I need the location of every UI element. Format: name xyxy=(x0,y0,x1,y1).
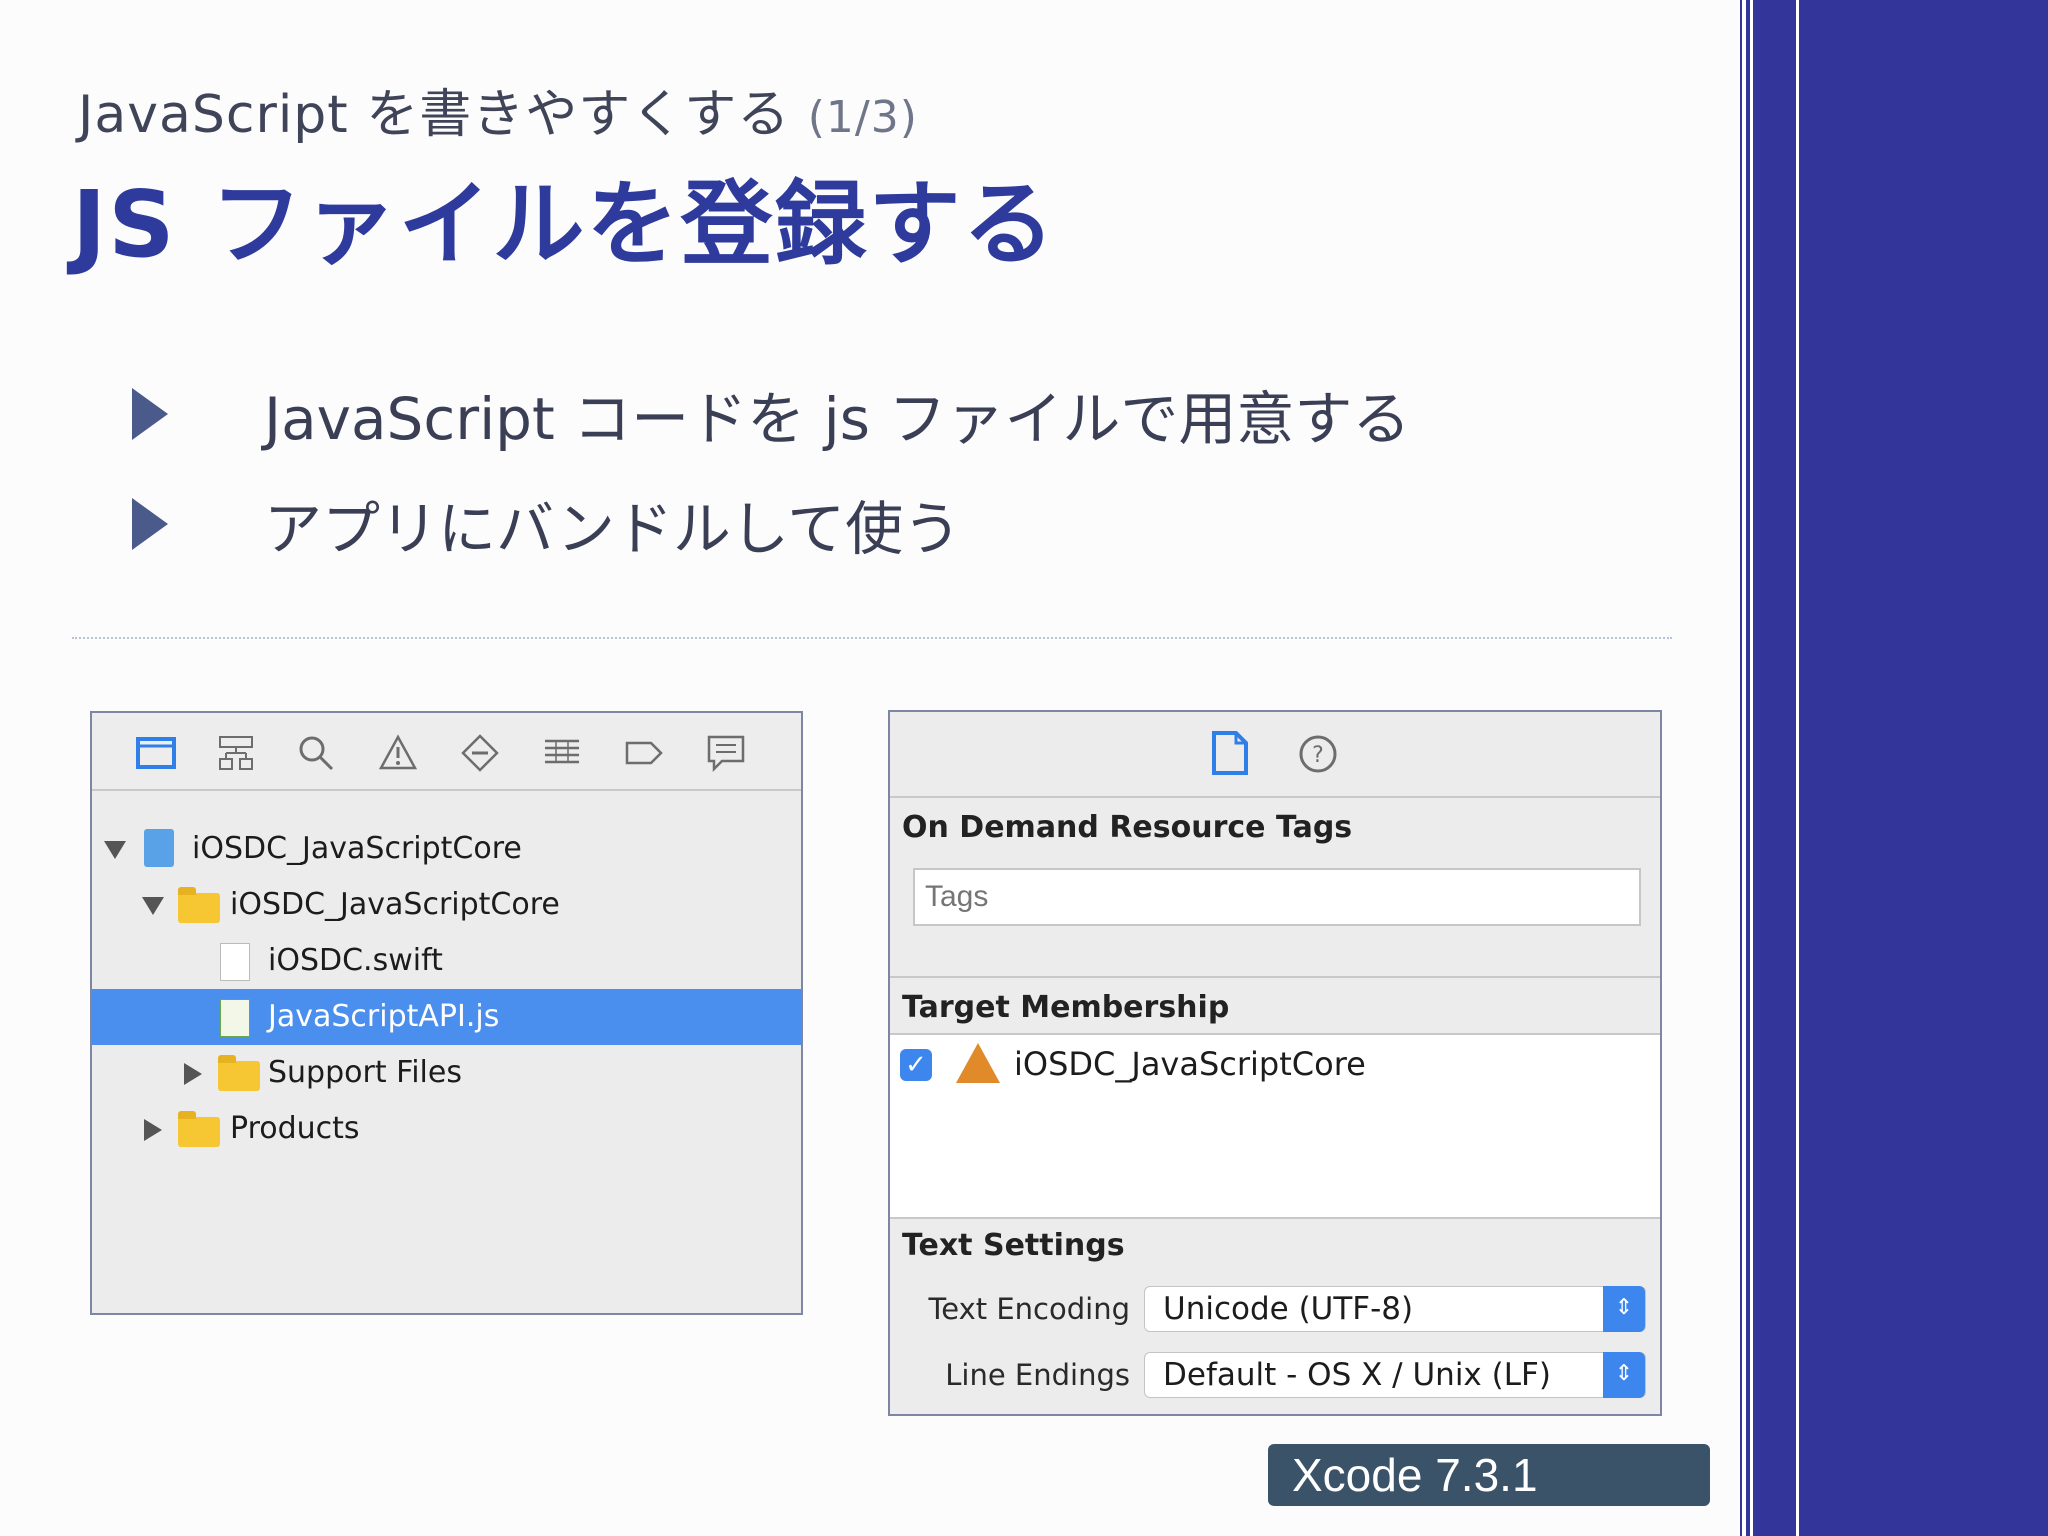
bullet-triangle-icon xyxy=(132,388,168,440)
tags-input[interactable] xyxy=(913,868,1641,926)
band-stripe xyxy=(1742,0,1746,1536)
tree-row-label: Support Files xyxy=(268,1055,462,1090)
text-encoding-popup[interactable]: Unicode (UTF-8) ⇕ xyxy=(1144,1286,1646,1332)
folder-icon xyxy=(178,887,220,923)
disclosure-open-icon[interactable] xyxy=(142,897,164,915)
chevron-updown-icon: ⇕ xyxy=(1603,1286,1645,1332)
tree-row-folder[interactable]: iOSDC_JavaScriptCore xyxy=(92,877,801,933)
text-encoding-value: Unicode (UTF-8) xyxy=(1163,1291,1414,1327)
tree-row-label: Products xyxy=(230,1111,360,1146)
slide-title: JS ファイルを登録する xyxy=(72,171,1057,278)
hierarchy-icon[interactable] xyxy=(216,733,256,773)
text-encoding-label: Text Encoding xyxy=(928,1292,1130,1326)
bullet-text: JavaScript コードを js ファイルで用意する xyxy=(264,385,1411,453)
disclosure-closed-icon[interactable] xyxy=(184,1063,202,1085)
svg-text:?: ? xyxy=(1312,743,1324,768)
section-separator xyxy=(890,976,1660,978)
message-icon[interactable] xyxy=(706,733,746,773)
js-file-icon xyxy=(220,999,250,1037)
warning-icon[interactable] xyxy=(378,733,418,773)
slide: JavaScript を書きやすくする (1/3) JS ファイルを登録する J… xyxy=(0,0,1740,1536)
help-icon[interactable]: ? xyxy=(1298,734,1338,774)
line-endings-popup[interactable]: Default - OS X / Unix (LF) ⇕ xyxy=(1144,1352,1646,1398)
version-badge: Xcode 7.3.1 xyxy=(1268,1444,1710,1506)
project-navigator: iOSDC_JavaScriptCore iOSDC_JavaScriptCor… xyxy=(90,711,803,1315)
tree-row-label: iOSDC.swift xyxy=(268,943,443,978)
target-label: iOSDC_JavaScriptCore xyxy=(1014,1045,1366,1083)
decorative-band xyxy=(1740,0,2048,1536)
text-settings-title: Text Settings xyxy=(902,1228,1125,1263)
tree-row-folder[interactable]: Support Files xyxy=(92,1045,801,1101)
chevron-updown-icon: ⇕ xyxy=(1603,1352,1645,1398)
tree-row-label: iOSDC_JavaScriptCore xyxy=(192,831,522,866)
project-icon xyxy=(144,829,174,867)
on-demand-title: On Demand Resource Tags xyxy=(902,810,1353,845)
target-checkbox[interactable]: ✓ xyxy=(900,1049,932,1081)
dotted-divider xyxy=(72,637,1672,639)
bullet-triangle-icon xyxy=(132,498,168,550)
swift-file-icon xyxy=(220,943,250,981)
file-inspector: ? On Demand Resource Tags Target Members… xyxy=(888,710,1662,1416)
slide-subtitle: JavaScript を書きやすくする (1/3) xyxy=(78,72,918,147)
band-stripe xyxy=(1750,0,1753,1536)
tree-row-file[interactable]: iOSDC.swift xyxy=(92,933,801,989)
section-separator xyxy=(890,1217,1660,1219)
line-endings-value: Default - OS X / Unix (LF) xyxy=(1163,1357,1551,1393)
target-membership-title: Target Membership xyxy=(902,990,1230,1025)
tag-icon[interactable] xyxy=(624,733,664,773)
file-icon[interactable] xyxy=(1210,730,1250,776)
tree-row-folder[interactable]: Products xyxy=(92,1101,801,1157)
tree-row-file-selected[interactable]: JavaScriptAPI.js xyxy=(92,989,801,1045)
diamond-icon[interactable] xyxy=(460,733,500,773)
target-membership-list: ✓ iOSDC_JavaScriptCore xyxy=(890,1035,1660,1217)
disclosure-closed-icon[interactable] xyxy=(144,1119,162,1141)
bullet-text: アプリにバンドルして使う xyxy=(264,495,962,563)
folder-icon xyxy=(178,1111,220,1147)
search-icon[interactable] xyxy=(296,733,336,773)
app-target-icon xyxy=(956,1043,1000,1083)
folder-icon[interactable] xyxy=(136,733,176,773)
band-stripe xyxy=(1796,0,1799,1536)
tree-row-project[interactable]: iOSDC_JavaScriptCore xyxy=(92,821,801,877)
list-icon[interactable] xyxy=(542,733,582,773)
disclosure-open-icon[interactable] xyxy=(104,841,126,859)
bullet-item: JavaScript コードを js ファイルで用意する xyxy=(132,372,1410,456)
navigator-toolbar xyxy=(92,713,801,791)
tree-row-label: JavaScriptAPI.js xyxy=(268,999,500,1034)
subtitle-page: (1/3) xyxy=(807,92,918,143)
inspector-toolbar: ? xyxy=(890,712,1660,798)
bullet-item: アプリにバンドルして使う xyxy=(132,482,961,566)
line-endings-label: Line Endings xyxy=(945,1358,1130,1392)
folder-icon xyxy=(218,1055,260,1091)
tree-row-label: iOSDC_JavaScriptCore xyxy=(230,887,560,922)
subtitle-text: JavaScript を書きやすくする xyxy=(78,85,791,145)
